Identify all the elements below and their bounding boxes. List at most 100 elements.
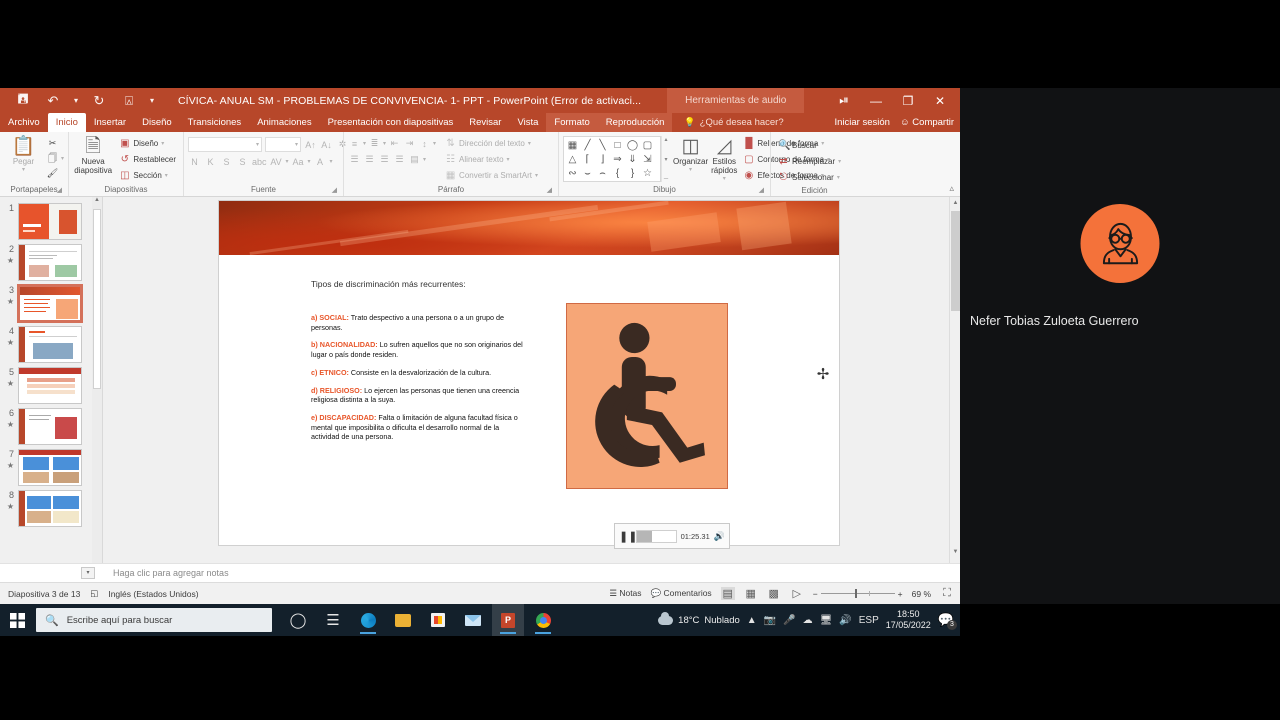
change-case-button[interactable]: Aa: [292, 155, 305, 168]
line-spacing-icon[interactable]: ↕: [418, 137, 431, 150]
shapes-gallery-scroll[interactable]: ▴ ▾ ─: [661, 136, 670, 182]
scrollbar-thumb[interactable]: [93, 209, 101, 389]
file-explorer-icon[interactable]: [387, 604, 419, 636]
chevron-down-icon[interactable]: ▾: [330, 158, 333, 165]
ribbon-display-options-icon[interactable]: ⏯: [828, 88, 860, 113]
dialog-launcher-icon[interactable]: ◢: [759, 185, 764, 197]
audio-player-controls[interactable]: ❚❚ 01:25.31 🔊: [614, 523, 730, 549]
volume-icon[interactable]: 🔊: [714, 531, 725, 542]
find-button[interactable]: 🔍 Buscar: [775, 138, 844, 153]
scroll-down-icon[interactable]: ▾: [664, 156, 667, 163]
decrease-font-size-icon[interactable]: A↓: [320, 138, 333, 151]
participant-video-tile[interactable]: Nefer Tobias Zuloeta Guerrero: [960, 88, 1280, 604]
down-arrow-shape-icon[interactable]: ⇓: [625, 152, 640, 166]
thumbnail-preview[interactable]: [18, 449, 82, 486]
undo-dropdown-icon[interactable]: ▾: [68, 90, 84, 112]
cortana-icon[interactable]: ◯: [282, 604, 314, 636]
microsoft-store-icon[interactable]: [422, 604, 454, 636]
wheelchair-accessibility-icon[interactable]: [566, 303, 728, 489]
dialog-launcher-icon[interactable]: ◢: [57, 185, 62, 197]
chevron-down-icon[interactable]: ▾: [81, 567, 95, 579]
font-color-button[interactable]: A: [314, 155, 327, 168]
dialog-launcher-icon[interactable]: ◢: [332, 185, 337, 197]
scroll-down-icon[interactable]: ▼: [951, 546, 960, 558]
scroll-up-icon[interactable]: ▲: [93, 197, 101, 207]
dialog-launcher-icon[interactable]: ◢: [547, 185, 552, 197]
star-shape-icon[interactable]: ☆: [640, 166, 655, 180]
align-left-icon[interactable]: ☰: [348, 153, 361, 166]
character-spacing-button[interactable]: AV: [270, 155, 283, 168]
normal-view-icon[interactable]: ▤: [720, 587, 735, 600]
decrease-indent-icon[interactable]: ⇤: [388, 137, 401, 150]
textbox-shape-icon[interactable]: ▦: [565, 138, 580, 152]
tab-transiciones[interactable]: Transiciones: [180, 113, 250, 132]
scroll-up-icon[interactable]: ▴: [664, 136, 667, 143]
scribble-shape-icon[interactable]: ∾: [565, 166, 580, 180]
minimize-icon[interactable]: —: [860, 88, 892, 113]
triangle-shape-icon[interactable]: △: [565, 152, 580, 166]
tab-revisar[interactable]: Revisar: [461, 113, 509, 132]
thumbnail-preview[interactable]: [18, 326, 82, 363]
gallery-more-icon[interactable]: ─: [664, 176, 668, 182]
format-painter-icon[interactable]: 🖌: [46, 167, 59, 180]
paste-button[interactable]: 📋 Pegar ▾: [4, 134, 43, 173]
close-icon[interactable]: ✕: [924, 88, 956, 113]
text-direction-button[interactable]: ⇅ Dirección del texto ▾: [442, 136, 541, 151]
columns-icon[interactable]: ▤: [408, 153, 421, 166]
reading-view-icon[interactable]: ▩: [767, 587, 781, 600]
language-indicator[interactable]: Inglés (Estados Unidos): [108, 589, 198, 599]
zoom-out-icon[interactable]: −: [813, 589, 818, 599]
thumbnail-item-5[interactable]: 5 ★: [0, 365, 102, 406]
right-arrow-shape-icon[interactable]: ⇒: [610, 152, 625, 166]
zoom-knob[interactable]: [854, 589, 857, 598]
network-icon[interactable]: 🖥: [820, 615, 833, 626]
elbow-arrow-shape-icon[interactable]: ⌋: [595, 152, 610, 166]
collapse-ribbon-icon[interactable]: ▵: [949, 183, 954, 194]
thumbnail-item-8[interactable]: 8 ★: [0, 488, 102, 529]
thumbnail-preview[interactable]: [18, 203, 82, 240]
slide-counter[interactable]: Diapositiva 3 de 13: [8, 589, 80, 599]
justify-icon[interactable]: ☰: [393, 153, 406, 166]
camera-icon[interactable]: 📷: [764, 615, 776, 626]
edge-icon[interactable]: [352, 604, 384, 636]
thumbnail-preview[interactable]: [18, 490, 82, 527]
tab-formato[interactable]: Formato: [546, 113, 597, 132]
thumbnail-item-3[interactable]: 3 ★: [0, 283, 102, 324]
chevron-down-icon[interactable]: ▾: [433, 140, 436, 147]
layout-button[interactable]: ▣ Diseño ▾: [116, 136, 179, 151]
microphone-icon[interactable]: 🎤: [783, 615, 795, 626]
chevron-down-icon[interactable]: ▾: [308, 158, 311, 165]
powerpoint-icon[interactable]: P: [492, 604, 524, 636]
numbered-list-icon[interactable]: ≣: [368, 137, 381, 150]
thumbnail-preview-selected[interactable]: [17, 284, 83, 323]
chevron-down-icon[interactable]: ▾: [286, 158, 289, 165]
elbow-shape-icon[interactable]: ⌈: [580, 152, 595, 166]
copy-icon[interactable]: 🗍: [46, 152, 59, 165]
slide-sorter-icon[interactable]: ▦: [744, 587, 758, 600]
thumbnail-item-1[interactable]: 1: [0, 201, 102, 242]
mail-icon[interactable]: [457, 604, 489, 636]
audio-progress-bar[interactable]: [636, 529, 677, 543]
scrollbar-thumb[interactable]: [951, 211, 960, 311]
shapes-gallery[interactable]: ▦ ╱ ╲ □ ◯ ▢ △ ⌈ ⌋ ⇒ ⇓ ⇲ ∾ ⌣ ⌢ {} ☆: [563, 136, 661, 182]
search-input[interactable]: 🔍 Escribe aquí para buscar: [36, 608, 272, 632]
undo-icon[interactable]: ↶: [38, 90, 68, 112]
right-brace-shape-icon[interactable]: }: [625, 166, 640, 180]
bent-arrow-shape-icon[interactable]: ⇲: [640, 152, 655, 166]
restore-icon[interactable]: ❐: [892, 88, 924, 113]
tab-insertar[interactable]: Insertar: [86, 113, 134, 132]
canvas-scrollbar[interactable]: ▲ ▼ ▣: [949, 197, 960, 572]
thumbnail-preview[interactable]: [18, 244, 82, 281]
share-button[interactable]: ☺ Compartir: [900, 117, 954, 128]
thumbnail-item-6[interactable]: 6 ★: [0, 406, 102, 447]
sign-in-link[interactable]: Iniciar sesión: [835, 117, 890, 128]
scroll-up-icon[interactable]: ▲: [951, 197, 960, 209]
convert-to-smartart-button[interactable]: ▦ Convertir a SmartArt ▾: [442, 168, 541, 183]
slide-canvas[interactable]: Tipos de discriminación más recurrentes:…: [219, 201, 839, 549]
align-center-icon[interactable]: ☰: [363, 153, 376, 166]
thumbnail-item-4[interactable]: 4 ★: [0, 324, 102, 365]
zoom-slider[interactable]: − +: [813, 589, 903, 599]
slideshow-icon[interactable]: ▷: [790, 587, 804, 600]
chevron-down-icon[interactable]: ▾: [363, 140, 366, 147]
align-right-icon[interactable]: ☰: [378, 153, 391, 166]
